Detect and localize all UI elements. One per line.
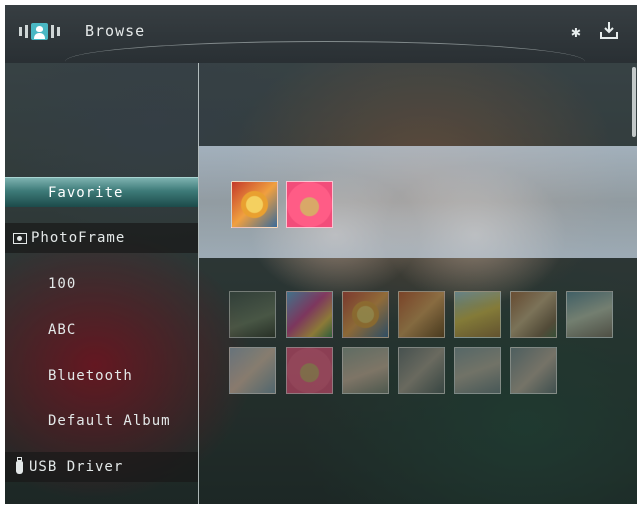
photo-mode-icon[interactable] — [19, 23, 60, 40]
thumbnail[interactable] — [510, 347, 557, 394]
usb-drive-icon — [16, 456, 23, 474]
thumbnail[interactable] — [454, 291, 501, 338]
sidebar-header-usb-driver[interactable]: USB Driver — [5, 452, 198, 482]
thumbnail[interactable] — [566, 291, 613, 338]
topbar-arc — [65, 41, 585, 82]
sidebar-item-100[interactable]: 100 — [5, 269, 198, 299]
sidebar-item-label: PhotoFrame — [31, 230, 126, 246]
sidebar-item-label: ABC — [48, 322, 77, 338]
page-title: Browse — [85, 22, 146, 40]
thumbnail[interactable] — [229, 291, 276, 338]
bluetooth-icon: ✱ — [571, 22, 581, 41]
sidebar-divider — [198, 63, 199, 504]
thumbnail[interactable] — [286, 181, 333, 228]
thumbnail[interactable] — [398, 291, 445, 338]
thumbnail[interactable] — [342, 291, 389, 338]
photoframe-icon — [13, 232, 27, 244]
scrollbar[interactable] — [632, 67, 636, 137]
thumbnail[interactable] — [342, 347, 389, 394]
thumbnail[interactable] — [286, 291, 333, 338]
download-icon — [600, 22, 618, 39]
photoframe-screen: Browse ✱ Favorite PhotoFrame 100 ABC Blu… — [5, 5, 637, 504]
thumbnail[interactable] — [454, 347, 501, 394]
sidebar-item-label: 100 — [48, 276, 77, 292]
album-sidebar: Favorite PhotoFrame 100 ABC Bluetooth De… — [5, 63, 198, 504]
thumbnail[interactable] — [286, 347, 333, 394]
sidebar-item-bluetooth[interactable]: Bluetooth — [5, 361, 198, 391]
thumbnail[interactable] — [231, 181, 278, 228]
sidebar-item-abc[interactable]: ABC — [5, 315, 198, 345]
sidebar-item-label: Favorite — [48, 184, 124, 201]
thumbnail[interactable] — [398, 347, 445, 394]
sidebar-item-label: Default Album — [48, 413, 171, 429]
sidebar-item-default-album[interactable]: Default Album — [5, 406, 198, 436]
sidebar-header-photoframe[interactable]: PhotoFrame — [5, 223, 198, 253]
thumbnail[interactable] — [510, 291, 557, 338]
sidebar-item-label: Bluetooth — [48, 368, 133, 384]
sidebar-item-favorite[interactable]: Favorite — [5, 177, 198, 207]
thumbnail[interactable] — [229, 347, 276, 394]
sidebar-item-label: USB Driver — [29, 459, 124, 475]
